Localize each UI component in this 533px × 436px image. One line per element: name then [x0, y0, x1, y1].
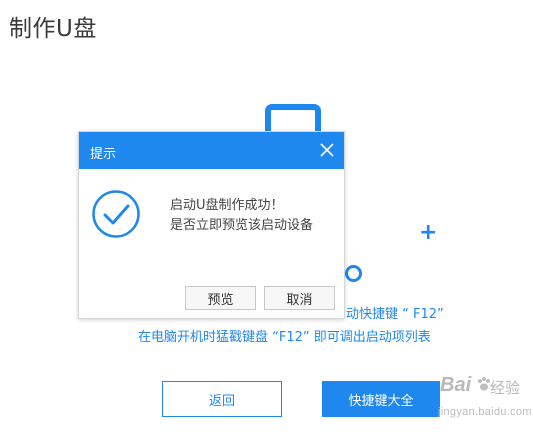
hint-shortcut-key: 动快捷键 “ F12”: [346, 307, 444, 322]
dialog-message-success: 启动U盘制作成功！: [170, 198, 284, 213]
preview-button[interactable]: 预览: [185, 286, 256, 310]
watermark-url: jingyan.baidu.com: [438, 406, 532, 418]
plus-icon: +: [419, 220, 438, 245]
dialog-header: 提示: [79, 132, 344, 169]
watermark-logo: Bai: [440, 374, 472, 396]
close-icon[interactable]: [319, 142, 335, 158]
cancel-button[interactable]: 取消: [264, 286, 335, 310]
dialog-title: 提示: [90, 147, 117, 162]
dialog-message-question: 是否立即预览该启动设备: [170, 218, 314, 233]
confirm-dialog: 提示 启动U盘制作成功！ 是否立即预览该启动设备 预览 取消: [78, 131, 345, 319]
hint-boot-menu: 在电脑开机时猛戳键盘 “F12” 即可调出启动项列表: [138, 330, 431, 345]
baidu-watermark: Bai 经验 jingyan.baidu.com: [410, 372, 532, 434]
check-circle-icon: [92, 190, 140, 238]
page-title: 制作U盘: [9, 16, 97, 42]
ring-icon: [345, 265, 362, 282]
watermark-text: 经验: [490, 380, 521, 397]
back-button[interactable]: 返回: [162, 381, 282, 417]
